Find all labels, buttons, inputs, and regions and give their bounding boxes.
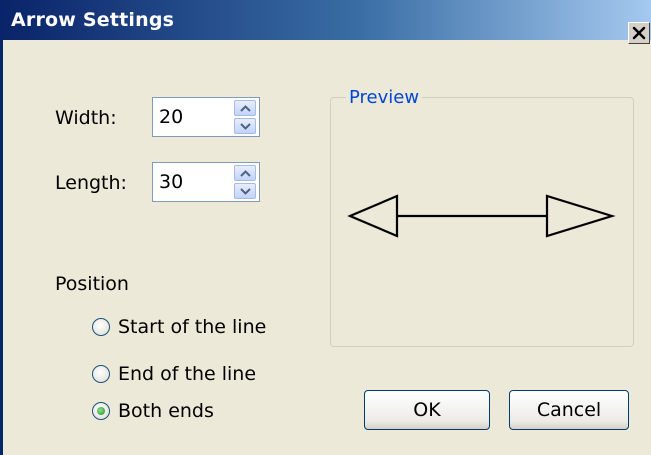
width-label: Width:	[55, 107, 117, 129]
chevron-down-icon	[240, 188, 251, 195]
ok-button[interactable]: OK	[364, 390, 490, 430]
width-spin-buttons	[234, 100, 256, 134]
chevron-down-icon	[240, 123, 251, 130]
length-decrement-button[interactable]	[234, 183, 256, 199]
radio-end-of-line[interactable]	[92, 365, 110, 383]
radio-both-ends[interactable]	[92, 402, 110, 420]
width-increment-button[interactable]	[234, 100, 256, 116]
width-value[interactable]: 20	[159, 106, 183, 128]
radio-selected-dot	[97, 407, 105, 415]
arrow-head-start	[347, 194, 399, 238]
title-bar[interactable]: Arrow Settings	[3, 0, 651, 44]
radio-label-start-of-line[interactable]: Start of the line	[118, 316, 266, 338]
length-label: Length:	[55, 172, 127, 194]
close-button[interactable]	[628, 22, 650, 44]
radio-label-end-of-line[interactable]: End of the line	[118, 363, 256, 385]
width-spinner[interactable]: 20	[152, 97, 260, 137]
length-increment-button[interactable]	[234, 165, 256, 181]
close-icon	[632, 26, 646, 40]
radio-label-both-ends[interactable]: Both ends	[118, 400, 214, 422]
length-spin-buttons	[234, 165, 256, 199]
position-label: Position	[55, 273, 129, 295]
width-decrement-button[interactable]	[234, 118, 256, 134]
arrow-preview	[347, 194, 616, 238]
radio-start-of-line[interactable]	[92, 318, 110, 336]
length-value[interactable]: 30	[159, 171, 183, 193]
cancel-button[interactable]: Cancel	[509, 390, 629, 430]
arrow-settings-dialog: Arrow Settings Width: 20 Length: 30 Posi…	[0, 0, 651, 455]
chevron-up-icon	[240, 105, 251, 112]
arrow-head-end	[545, 194, 616, 238]
window-title: Arrow Settings	[11, 9, 175, 31]
chevron-up-icon	[240, 170, 251, 177]
length-spinner[interactable]: 30	[152, 162, 260, 202]
